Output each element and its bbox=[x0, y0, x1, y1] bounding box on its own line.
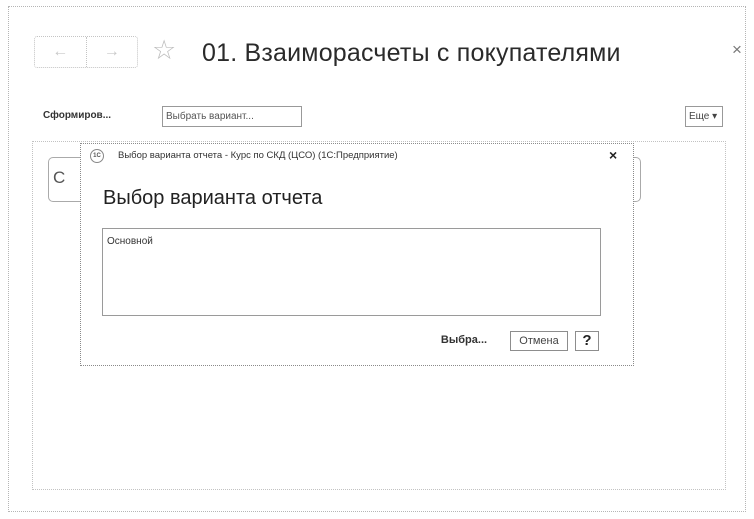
close-icon[interactable]: × bbox=[732, 40, 742, 60]
back-button[interactable]: ← bbox=[35, 37, 86, 67]
forward-button[interactable]: → bbox=[85, 37, 138, 67]
favorite-star-icon[interactable]: ☆ bbox=[152, 35, 176, 65]
dialog-heading: Выбор варианта отчета bbox=[103, 187, 323, 209]
help-button[interactable]: ? bbox=[575, 331, 599, 351]
variant-list[interactable]: Основной bbox=[102, 228, 601, 316]
app-icon: 1С bbox=[90, 149, 104, 163]
select-button[interactable]: Выбра... bbox=[432, 331, 496, 351]
dialog-titlebar: 1С Выбор варианта отчета - Курс по СКД (… bbox=[81, 144, 633, 167]
dialog-caption: Выбор варианта отчета - Курс по СКД (ЦСО… bbox=[118, 150, 398, 161]
generate-button[interactable]: Сформиров... bbox=[40, 106, 150, 127]
cancel-button[interactable]: Отмена bbox=[510, 331, 568, 351]
list-item[interactable]: Основной bbox=[107, 236, 153, 247]
more-menu-button[interactable]: Еще ▾ bbox=[685, 106, 723, 127]
navigation-buttons: ← → bbox=[34, 36, 138, 68]
page-title: 01. Взаиморасчеты с покупателями bbox=[202, 39, 621, 67]
variant-selection-dialog: 1С Выбор варианта отчета - Курс по СКД (… bbox=[80, 143, 634, 366]
dialog-close-icon[interactable]: × bbox=[609, 147, 617, 163]
forward-arrow-icon: → bbox=[103, 43, 120, 60]
background-field-text: С bbox=[53, 168, 66, 187]
select-variant-button[interactable]: Выбрать вариант... bbox=[162, 106, 302, 127]
back-arrow-icon: ← bbox=[52, 43, 69, 60]
